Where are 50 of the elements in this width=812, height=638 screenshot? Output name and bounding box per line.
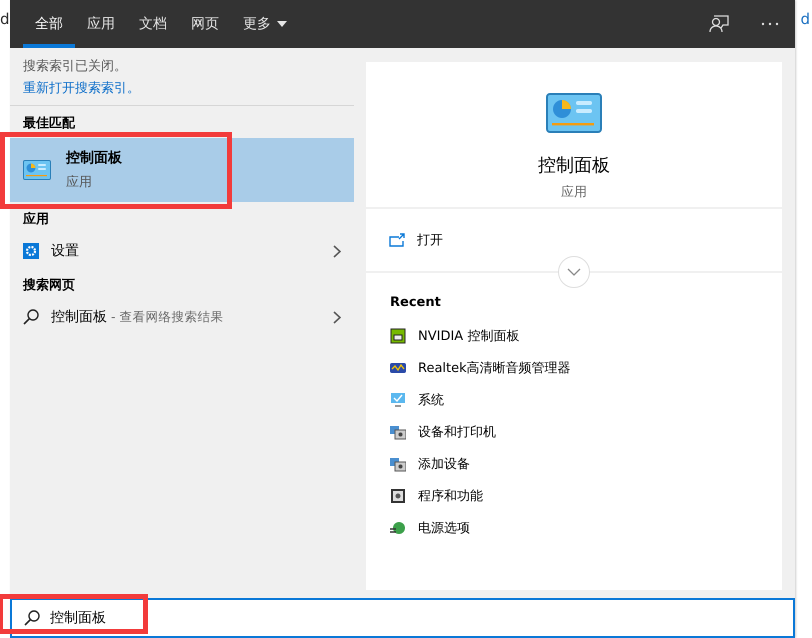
tab[interactable]: 全部 — [23, 0, 75, 48]
open-icon — [389, 233, 405, 247]
tab[interactable]: 网页 — [179, 0, 231, 48]
recent-item[interactable]: 电源选项 — [390, 512, 758, 544]
chevron-right-icon — [333, 310, 341, 324]
control-panel-icon — [23, 160, 51, 180]
result-item[interactable]: 设置 — [10, 234, 354, 268]
search-icon — [24, 610, 40, 626]
result-title: 设置 — [51, 242, 80, 260]
disc-box-icon — [390, 488, 406, 504]
devices-icon — [390, 456, 406, 472]
control-panel-icon — [546, 93, 602, 133]
search-field[interactable]: 控制面板 — [50, 603, 793, 633]
result-item[interactable]: 控制面板 应用 — [10, 138, 354, 202]
recent-item[interactable]: NVIDIA 控制面板 — [390, 320, 758, 352]
gear-icon — [23, 243, 39, 259]
monitor-icon — [390, 392, 406, 408]
preview-title: 控制面板 — [538, 154, 610, 177]
result-title: 控制面板 — [66, 149, 122, 167]
chevron-down-icon — [567, 268, 581, 276]
recent-item[interactable]: 程序和功能 — [390, 480, 758, 512]
tab[interactable]: 应用 — [75, 0, 127, 48]
section-header: 搜索网页 — [22, 276, 76, 295]
status-text: 搜索索引已关闭。 — [22, 58, 128, 75]
recent-item[interactable]: 设备和打印机 — [390, 416, 758, 448]
tab[interactable]: 更多 — [231, 0, 299, 48]
more-options-icon[interactable] — [761, 22, 779, 26]
section-header: Recent — [390, 295, 442, 310]
section-header: 最佳匹配 — [22, 115, 76, 133]
recent-item[interactable]: 添加设备 — [390, 448, 758, 480]
power-plug-icon — [390, 520, 406, 536]
recent-item[interactable]: 系统 — [390, 384, 758, 416]
chevron-right-icon — [333, 244, 341, 258]
search-bar[interactable]: 控制面板 — [10, 598, 795, 638]
tab[interactable]: 文档 — [127, 0, 179, 48]
search-icon — [23, 309, 39, 325]
link[interactable]: 重新打开搜索索引。 — [10, 75, 354, 105]
audio-icon — [390, 360, 406, 376]
background-text: d — [800, 10, 810, 28]
background-text: d — [0, 10, 10, 28]
feedback-icon[interactable] — [709, 15, 729, 33]
preview-subtitle: 应用 — [561, 184, 587, 201]
open-action[interactable]: 打开 — [366, 209, 782, 271]
result-subtitle: 应用 — [66, 174, 93, 191]
recent-item[interactable]: Realtek高清晰音频管理器 — [390, 352, 758, 384]
result-item[interactable]: 控制面板 - 查看网络搜索结果 — [10, 300, 354, 334]
nvidia-icon — [390, 328, 406, 344]
devices-icon — [390, 424, 406, 440]
result-title: 控制面板 - 查看网络搜索结果 — [51, 308, 224, 326]
section-header: 应用 — [22, 210, 50, 229]
